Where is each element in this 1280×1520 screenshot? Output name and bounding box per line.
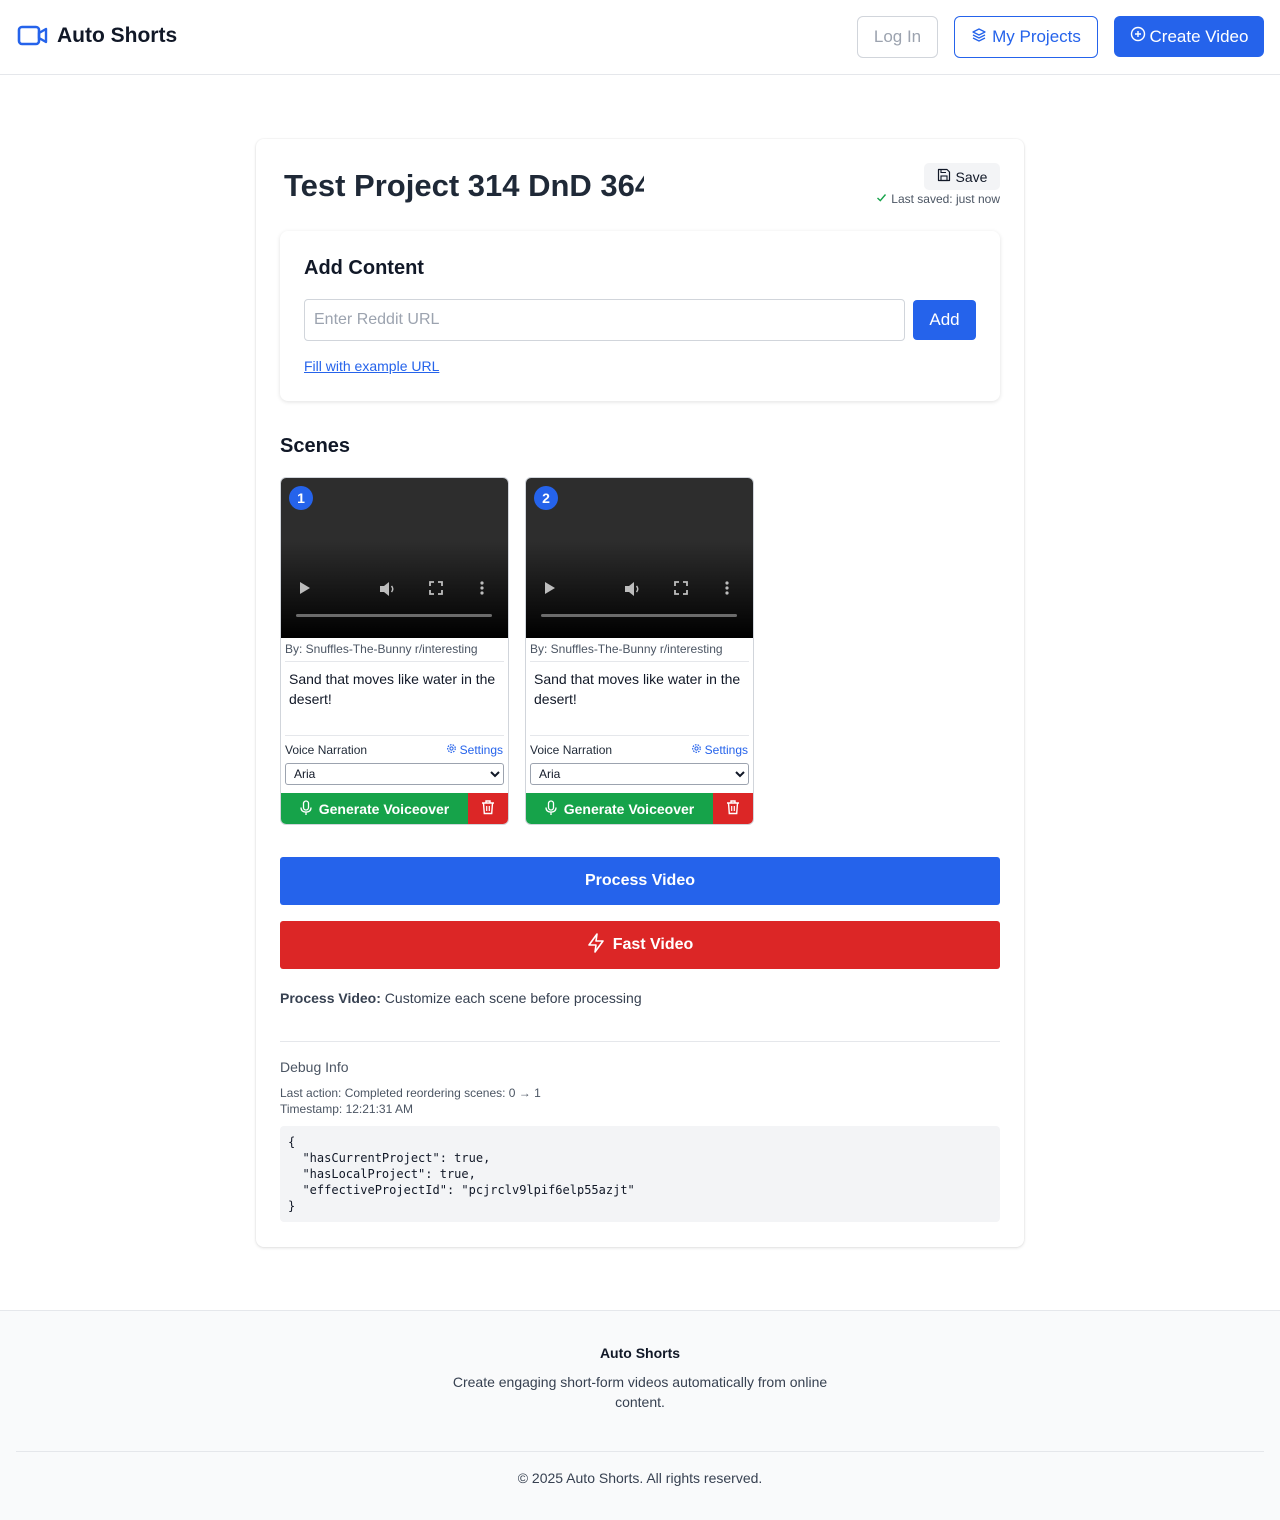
layers-icon	[971, 27, 987, 48]
trash-icon	[481, 799, 495, 820]
check-icon	[876, 192, 887, 206]
volume-icon[interactable]	[624, 581, 642, 600]
voice-select[interactable]: Aria	[285, 763, 504, 785]
my-projects-button[interactable]: My Projects	[954, 16, 1098, 58]
divider	[285, 661, 504, 662]
process-video-note: Process Video: Customize each scene befo…	[280, 990, 642, 1006]
project-title[interactable]: Test Project 314 DnD 364	[284, 167, 644, 205]
microphone-icon	[300, 799, 312, 819]
generate-voiceover-button[interactable]: Generate Voiceover	[526, 793, 713, 824]
fullscreen-icon[interactable]	[674, 581, 688, 598]
add-button[interactable]: Add	[913, 300, 976, 340]
video-player[interactable]: 2	[526, 478, 753, 638]
top-nav: Auto Shorts Log In My Projects Create Vi…	[0, 0, 1280, 75]
scenes-title: Scenes	[280, 435, 351, 457]
volume-icon[interactable]	[379, 581, 397, 600]
plus-circle-icon	[1130, 26, 1146, 47]
debug-json: { "hasCurrentProject": true, "hasLocalPr…	[280, 1126, 1000, 1222]
delete-scene-button[interactable]	[468, 793, 508, 824]
login-button[interactable]: Log In	[857, 16, 938, 58]
scene-text[interactable]: Sand that moves like water in the desert…	[289, 669, 501, 709]
video-progress-bar[interactable]	[296, 614, 492, 617]
add-content-panel: Add Content Add Fill with example URL	[280, 231, 1000, 401]
footer-copyright: © 2025 Auto Shorts. All rights reserved.	[517, 1470, 763, 1486]
generate-voiceover-label: Generate Voiceover	[318, 801, 450, 817]
save-button[interactable]: Save	[924, 163, 1000, 190]
add-content-title: Add Content	[304, 257, 424, 279]
divider	[530, 735, 749, 736]
scene-number-badge: 2	[534, 486, 558, 510]
debug-timestamp: Timestamp: 12:21:31 AM	[280, 1102, 413, 1116]
scene-author: By: Snuffles-The-Bunny r/interesting	[285, 642, 478, 656]
voice-settings-link[interactable]: Settings	[446, 743, 503, 757]
settings-label: Settings	[704, 743, 748, 757]
settings-label: Settings	[459, 743, 503, 757]
voice-settings-link[interactable]: Settings	[691, 743, 748, 757]
brand-logo[interactable]: Auto Shorts	[17, 22, 177, 50]
divider	[16, 1451, 1264, 1452]
play-icon[interactable]	[299, 581, 311, 598]
scene-author: By: Snuffles-The-Bunny r/interesting	[530, 642, 723, 656]
play-icon[interactable]	[544, 581, 556, 598]
create-video-label: Create Video	[1149, 26, 1249, 46]
scene-text[interactable]: Sand that moves like water in the desert…	[534, 669, 746, 709]
generate-voiceover-button[interactable]: Generate Voiceover	[281, 793, 468, 824]
video-camera-icon	[17, 22, 49, 50]
last-saved-text: Last saved: just now	[891, 192, 1000, 206]
video-player[interactable]: 1	[281, 478, 508, 638]
divider	[280, 1041, 1000, 1042]
scene-card[interactable]: 2 By: Snuffles-The-Bunny r/interesting S…	[525, 477, 754, 825]
process-note-bold: Process Video:	[280, 990, 381, 1006]
more-options-icon[interactable]	[725, 581, 729, 598]
footer-description: Create engaging short-form videos automa…	[452, 1374, 828, 1410]
microphone-icon	[545, 799, 557, 819]
fast-video-label: Fast Video	[612, 936, 694, 953]
process-note-text: Customize each scene before processing	[380, 990, 642, 1006]
process-video-button[interactable]: Process Video	[280, 857, 1000, 905]
gear-icon	[691, 743, 702, 757]
video-progress-bar[interactable]	[541, 614, 737, 617]
voice-narration-label: Voice Narration	[530, 743, 613, 757]
trash-icon	[726, 799, 740, 820]
delete-scene-button[interactable]	[713, 793, 753, 824]
more-options-icon[interactable]	[480, 581, 484, 598]
footer-brand: Auto Shorts	[599, 1345, 681, 1361]
lightning-icon	[587, 932, 605, 958]
debug-last-action: Last action: Completed reordering scenes…	[280, 1086, 541, 1100]
save-label: Save	[955, 168, 988, 185]
debug-info-title: Debug Info	[280, 1059, 349, 1075]
brand-name: Auto Shorts	[57, 24, 178, 47]
scene-number-badge: 1	[289, 486, 313, 510]
scene-card[interactable]: 1 By: Snuffles-The-Bunny r/interesting S…	[280, 477, 509, 825]
fast-video-button[interactable]: Fast Video	[280, 921, 1000, 969]
voice-select[interactable]: Aria	[530, 763, 749, 785]
fullscreen-icon[interactable]	[429, 581, 443, 598]
divider	[285, 735, 504, 736]
footer: Auto Shorts Create engaging short-form v…	[0, 1310, 1280, 1520]
generate-voiceover-label: Generate Voiceover	[563, 801, 695, 817]
create-video-button[interactable]: Create Video	[1114, 16, 1264, 57]
save-icon	[937, 168, 951, 185]
last-saved-status: Last saved: just now	[876, 192, 1000, 206]
my-projects-label: My Projects	[992, 27, 1081, 46]
voice-narration-label: Voice Narration	[285, 743, 368, 757]
reddit-url-input[interactable]	[304, 299, 905, 341]
gear-icon	[446, 743, 457, 757]
fill-example-link[interactable]: Fill with example URL	[304, 358, 439, 374]
project-editor-card: Test Project 314 DnD 364 Save Last saved…	[256, 139, 1024, 1247]
divider	[530, 661, 749, 662]
